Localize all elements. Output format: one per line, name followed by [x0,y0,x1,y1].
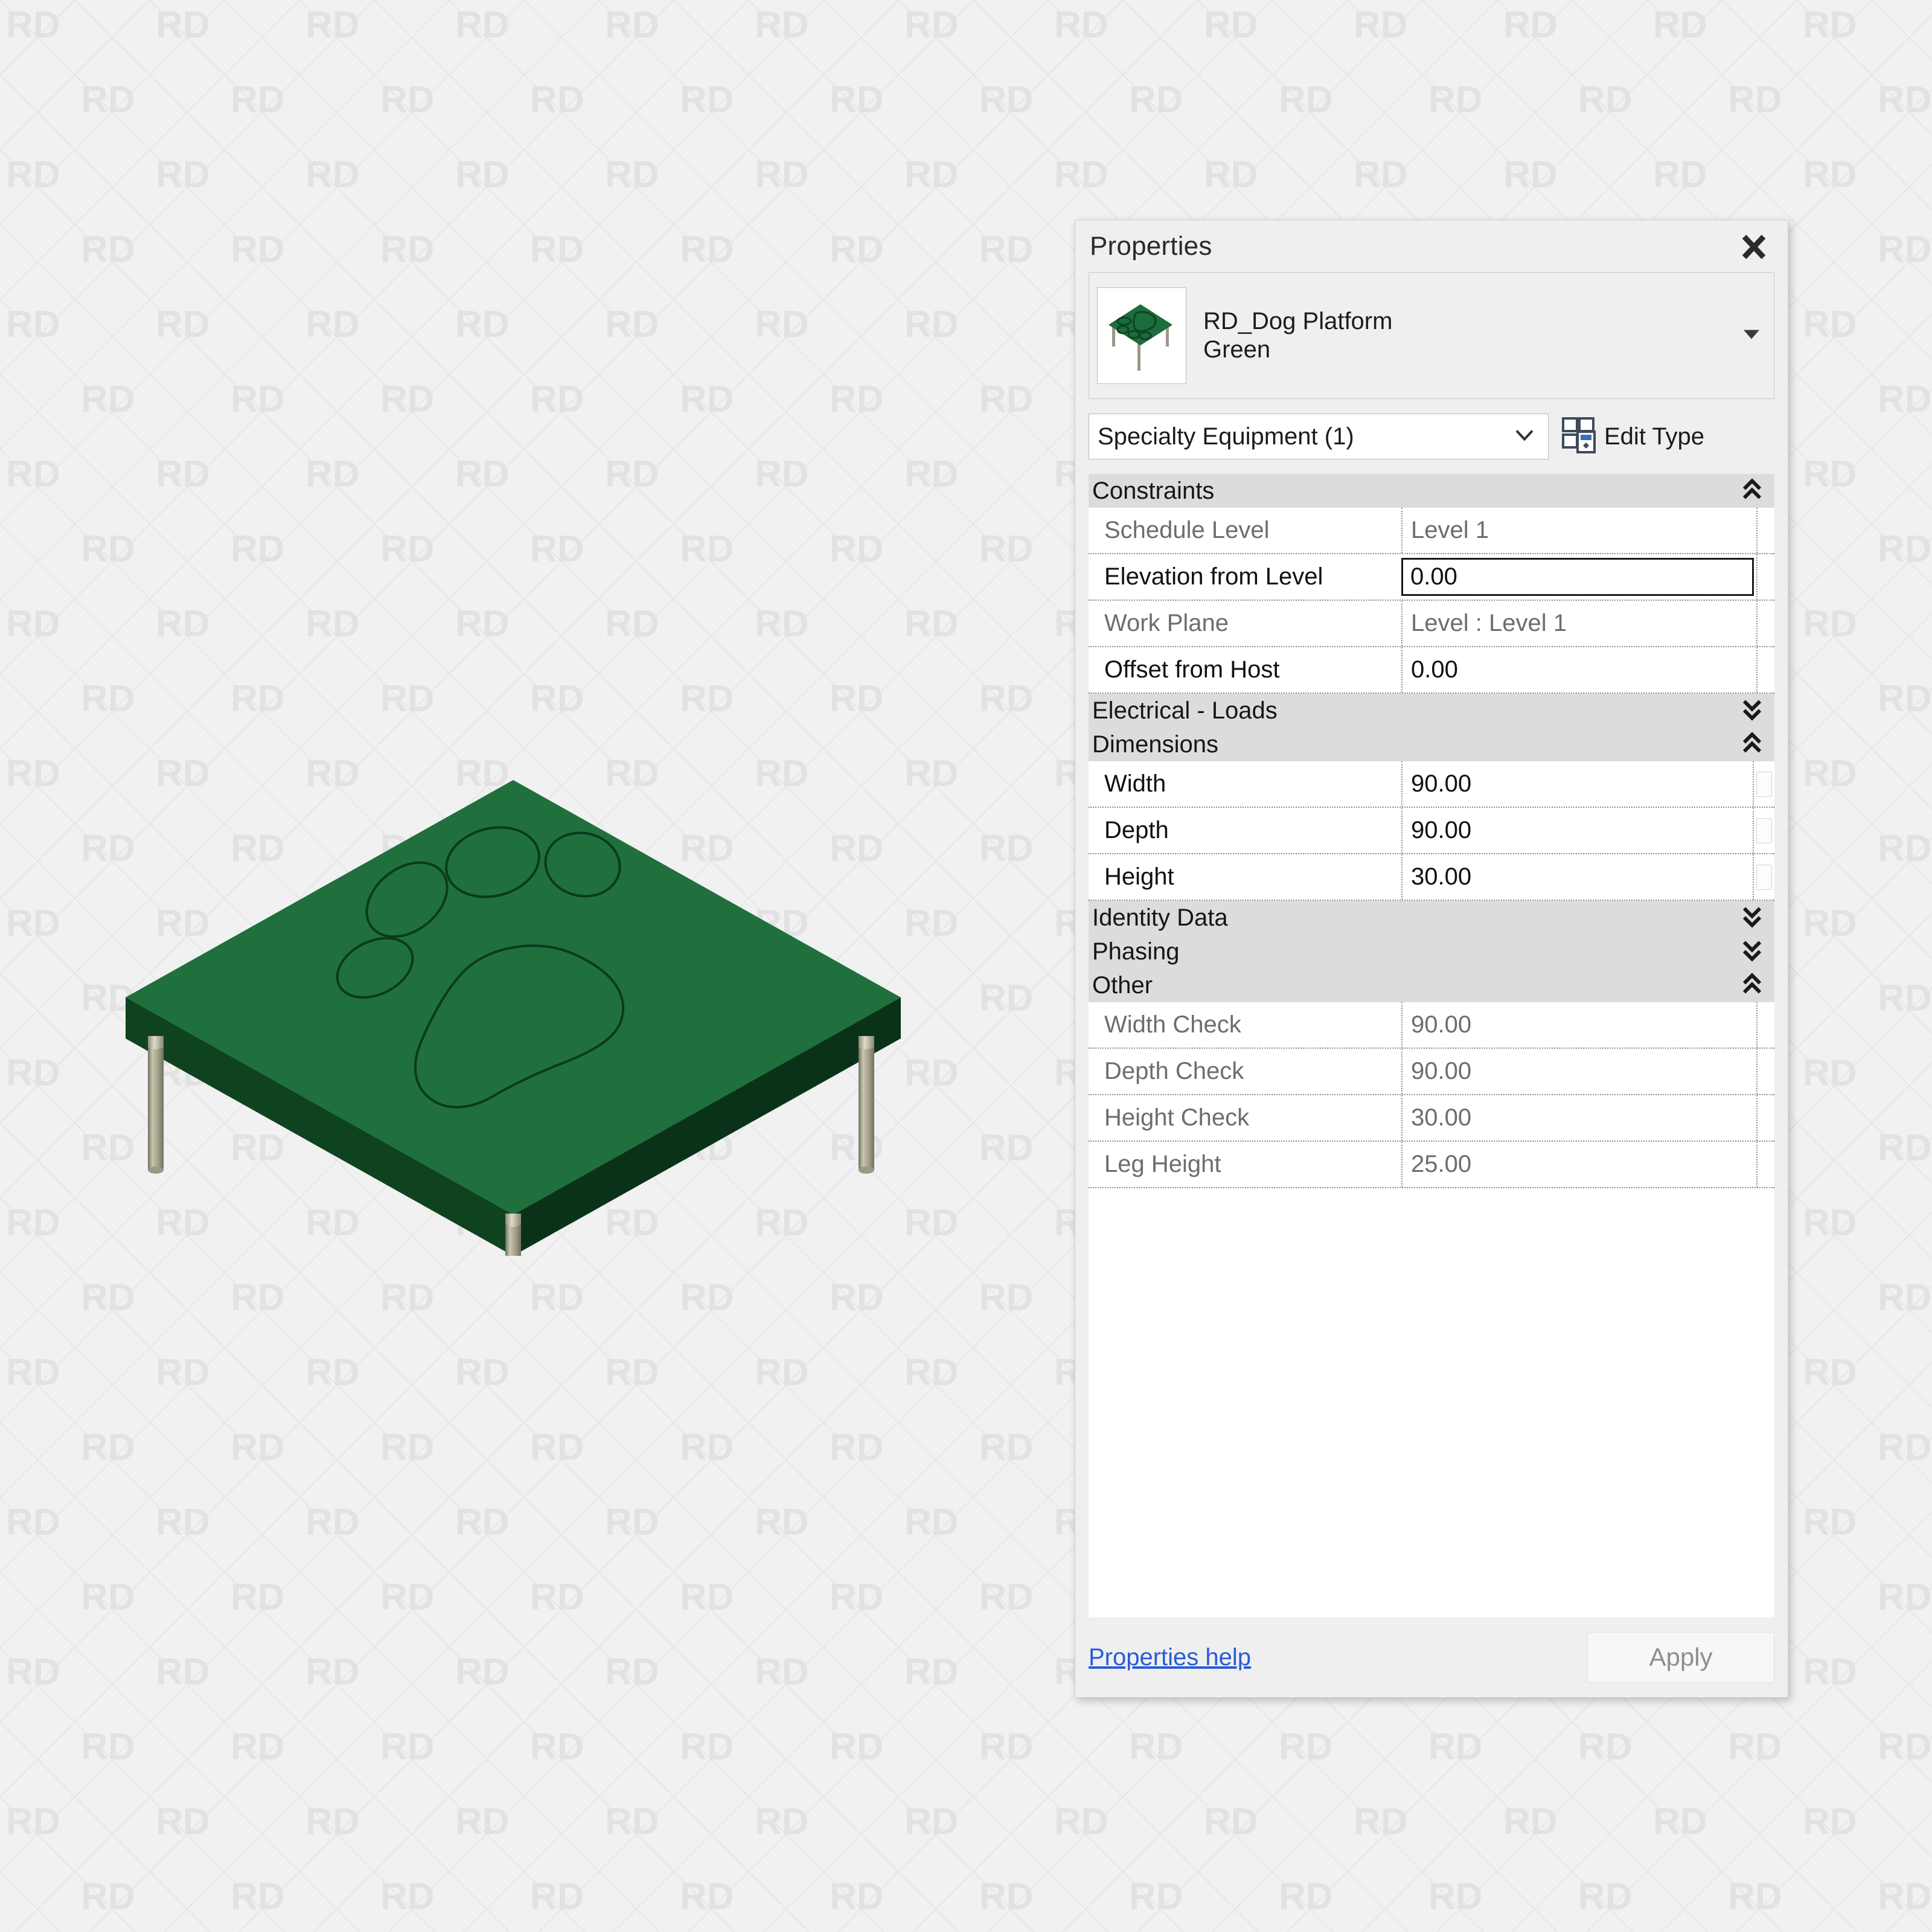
property-name: Depth [1089,808,1401,853]
property-row[interactable]: Leg Height25.00 [1089,1142,1774,1188]
property-row[interactable]: Width Check90.00 [1089,1002,1774,1049]
property-value[interactable]: 90.00 [1401,808,1753,853]
edit-type-icon [1562,417,1596,456]
section-header-other[interactable]: Other [1089,968,1774,1002]
property-value: 30.00 [1401,1095,1756,1140]
property-row[interactable]: Work PlaneLevel : Level 1 [1089,601,1774,647]
dog-platform-3d-model[interactable] [91,652,936,1256]
double-chevron-down-icon[interactable] [1742,904,1762,932]
property-name: Depth Check [1089,1049,1401,1094]
type-name-label: Green [1203,336,1392,364]
property-name: Width [1089,761,1401,807]
property-row[interactable]: Height30.00 [1089,854,1774,901]
property-row[interactable]: Schedule LevelLevel 1 [1089,508,1774,554]
row-gutter [1756,1142,1774,1187]
property-value: Level : Level 1 [1401,601,1756,646]
category-combo-value: Specialty Equipment (1) [1098,423,1354,450]
section-title: Electrical - Loads [1092,697,1278,724]
table-empty-area [1089,1188,1774,1617]
property-name: Schedule Level [1089,508,1401,553]
section-title: Phasing [1092,938,1180,965]
type-selector[interactable]: RD_Dog Platform Green [1089,272,1774,399]
row-gutter [1756,1095,1774,1140]
platform-leg-front-right [859,1036,874,1174]
panel-titlebar: Properties [1075,220,1788,272]
apply-button[interactable]: Apply [1587,1632,1774,1683]
row-gutter [1756,601,1774,646]
property-name: Leg Height [1089,1142,1401,1187]
property-value: 90.00 [1401,1049,1756,1094]
edit-type-button[interactable]: Edit Type [1562,417,1704,456]
section-title: Identity Data [1092,904,1228,932]
property-name: Work Plane [1089,601,1401,646]
double-chevron-up-icon[interactable] [1742,478,1762,505]
row-gutter [1756,1049,1774,1094]
section-header-identity-data[interactable]: Identity Data [1089,901,1774,935]
section-title: Dimensions [1092,731,1218,758]
property-name: Height Check [1089,1095,1401,1140]
double-chevron-up-icon[interactable] [1742,731,1762,758]
close-icon[interactable] [1736,229,1772,265]
properties-help-link[interactable]: Properties help [1089,1644,1251,1671]
section-header-constraints[interactable]: Constraints [1089,474,1774,508]
property-value[interactable]: 30.00 [1401,854,1753,900]
platform-top-sheen [126,780,901,1215]
section-header-electrical-loads[interactable]: Electrical - Loads [1089,694,1774,728]
property-row[interactable]: Depth Check90.00 [1089,1049,1774,1095]
caret-down-icon[interactable] [1742,328,1761,344]
dog-platform-thumbnail [1097,287,1186,384]
associate-parameter-button[interactable] [1753,854,1774,900]
property-value: 25.00 [1401,1142,1756,1187]
property-value: 90.00 [1401,1002,1756,1048]
chevron-down-icon[interactable] [1514,428,1535,446]
row-gutter [1756,508,1774,553]
property-name: Width Check [1089,1002,1401,1048]
platform-leg-front-left [148,1036,164,1174]
section-title: Constraints [1092,478,1214,505]
type-family-label: RD_Dog Platform [1203,307,1392,336]
section-header-phasing[interactable]: Phasing [1089,935,1774,968]
property-value[interactable]: 90.00 [1401,761,1753,807]
associate-parameter-button[interactable] [1753,761,1774,807]
property-row[interactable]: Elevation from Level0.00 [1089,554,1774,601]
property-name: Height [1089,854,1401,900]
associate-parameter-button[interactable] [1753,808,1774,853]
property-row[interactable]: Width90.00 [1089,761,1774,808]
double-chevron-down-icon[interactable] [1742,938,1762,965]
row-gutter [1756,1002,1774,1048]
section-title: Other [1092,972,1153,999]
category-combo[interactable]: Specialty Equipment (1) [1089,414,1549,459]
properties-table: Constraints Schedule LevelLevel 1Elevatio… [1089,474,1774,1617]
property-name: Elevation from Level [1089,554,1401,600]
page-title: Properties [1090,231,1212,261]
property-value[interactable]: 0.00 [1401,647,1756,693]
section-header-dimensions[interactable]: Dimensions [1089,728,1774,761]
row-gutter [1756,647,1774,693]
double-chevron-down-icon[interactable] [1742,697,1762,724]
property-value: Level 1 [1401,508,1756,553]
double-chevron-up-icon[interactable] [1742,972,1762,999]
property-row[interactable]: Height Check30.00 [1089,1095,1774,1142]
properties-palette[interactable]: Properties RD_Do [1075,220,1788,1698]
panel-footer: Properties help Apply [1075,1617,1788,1697]
edit-type-label: Edit Type [1604,423,1704,450]
category-row: Specialty Equipment (1) Edit Type [1089,408,1774,465]
property-row[interactable]: Depth90.00 [1089,808,1774,854]
property-value-input-active[interactable]: 0.00 [1401,558,1754,596]
property-row[interactable]: Offset from Host0.00 [1089,647,1774,694]
property-name: Offset from Host [1089,647,1401,693]
platform-leg-front-center [505,1214,521,1256]
row-gutter [1756,554,1774,600]
